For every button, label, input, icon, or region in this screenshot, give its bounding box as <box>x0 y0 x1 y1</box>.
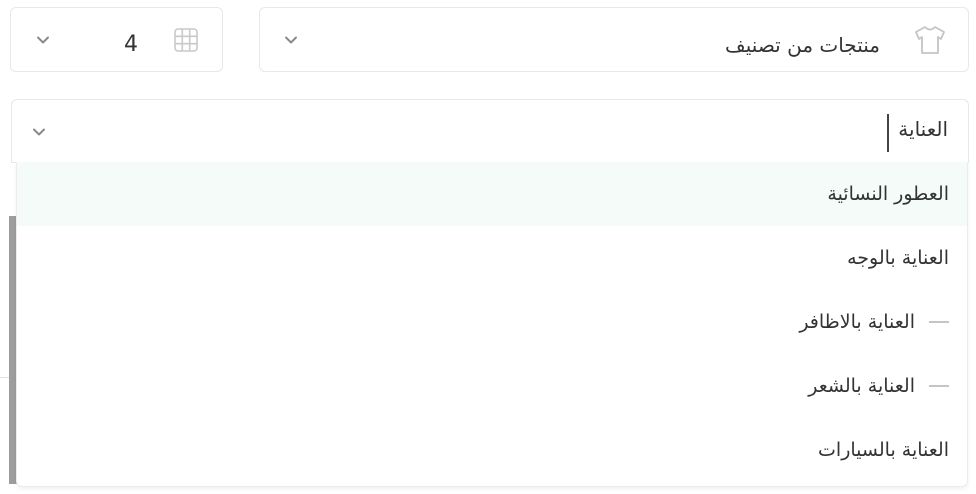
option-nail-care[interactable]: العناية بالاظافر <box>17 290 967 354</box>
child-indent-dash <box>929 385 949 387</box>
grid-icon <box>174 28 198 52</box>
quantity-value: 4 <box>124 32 138 57</box>
quantity-select[interactable]: 4 <box>10 7 223 72</box>
option-label: العناية بالشعر <box>808 375 915 397</box>
option-label: العناية بالاظافر <box>799 311 915 333</box>
chevron-down-icon[interactable] <box>31 124 47 140</box>
category-search-input[interactable] <box>72 112 948 146</box>
category-source-value: منتجات من تصنيف <box>725 33 880 57</box>
chevron-down-icon[interactable] <box>283 32 299 48</box>
option-label: العناية بالسيارات <box>818 439 949 461</box>
option-car-care[interactable]: العناية بالسيارات <box>17 418 967 482</box>
text-caret <box>887 114 889 152</box>
option-womens-perfumes[interactable]: العطور النسائية <box>17 162 967 226</box>
option-label: العطور النسائية <box>827 183 949 205</box>
child-indent-dash <box>929 321 949 323</box>
category-options-list: العطور النسائية العناية بالوجه العناية ب… <box>16 162 968 487</box>
option-hair-care[interactable]: العناية بالشعر <box>17 354 967 418</box>
option-label: العناية بالوجه <box>847 247 949 269</box>
category-source-select[interactable]: منتجات من تصنيف <box>259 7 969 72</box>
tshirt-icon <box>915 26 945 54</box>
category-search-combobox[interactable] <box>11 99 969 163</box>
option-face-care[interactable]: العناية بالوجه <box>17 226 967 290</box>
chevron-down-icon[interactable] <box>35 32 51 48</box>
